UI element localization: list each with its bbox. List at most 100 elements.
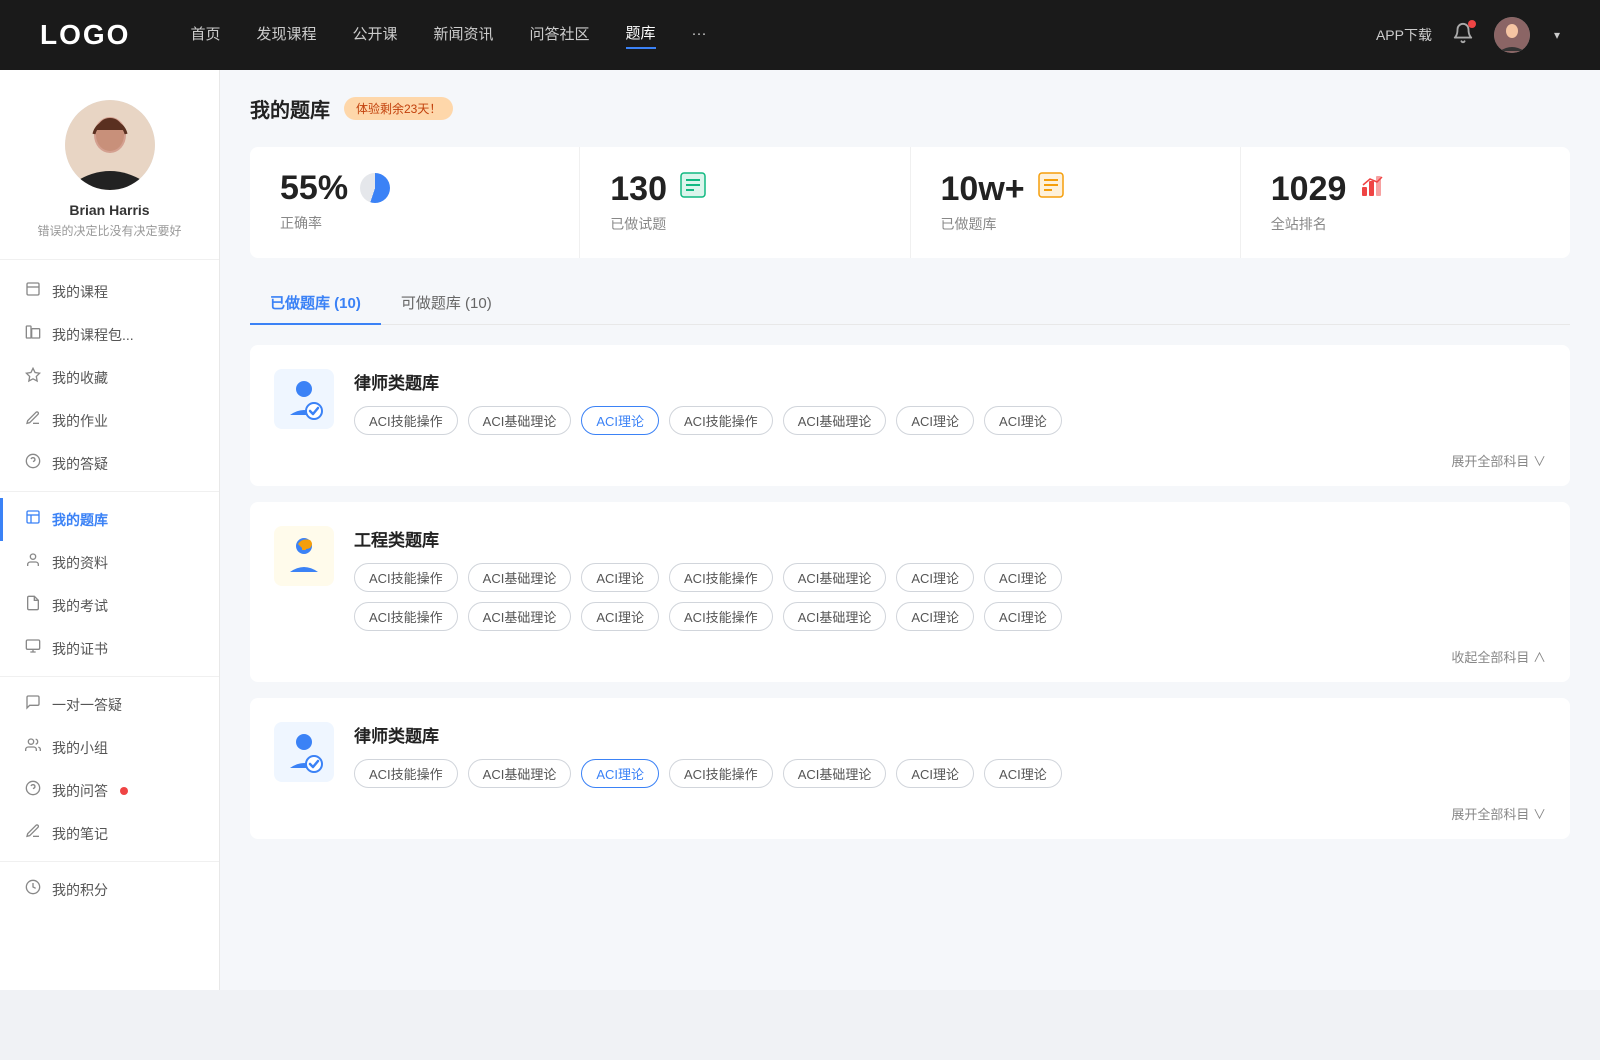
tag-e2-4[interactable]: ACI技能操作 — [669, 602, 773, 631]
stat-done-questions-value: 130 — [610, 172, 667, 206]
profile-motto: 错误的决定比没有决定要好 — [21, 222, 197, 239]
favorites-icon — [24, 367, 42, 388]
tag-l1-1[interactable]: ACI技能操作 — [354, 406, 458, 435]
app-download-link[interactable]: APP下载 — [1376, 25, 1432, 45]
sidebar-item-oneone[interactable]: 一对一答疑 — [0, 683, 219, 726]
nav-discover[interactable]: 发现课程 — [256, 23, 316, 48]
mypoints-icon — [24, 879, 42, 900]
tag-e1-7[interactable]: ACI理论 — [984, 563, 1062, 592]
tag-l1-5[interactable]: ACI基础理论 — [783, 406, 887, 435]
tag-e1-1[interactable]: ACI技能操作 — [354, 563, 458, 592]
tab-available-banks[interactable]: 可做题库 (10) — [381, 282, 512, 325]
sidebar-item-certificate[interactable]: 我的证书 — [0, 627, 219, 670]
homework-icon — [24, 410, 42, 431]
page-header: 我的题库 体验剩余23天！ — [250, 94, 1570, 123]
sidebar-item-mypoints[interactable]: 我的积分 — [0, 868, 219, 911]
tag-l1-2[interactable]: ACI基础理论 — [468, 406, 572, 435]
stat-done-banks-label: 已做题库 — [941, 214, 1210, 234]
lawyer-tags-row-2: ACI技能操作 ACI基础理论 ACI理论 ACI技能操作 ACI基础理论 AC… — [354, 759, 1546, 788]
lawyer-bank-icon-2 — [274, 722, 334, 782]
tag-e1-4[interactable]: ACI技能操作 — [669, 563, 773, 592]
lawyer-bank-title-2: 律师类题库 — [354, 722, 1546, 747]
sidebar-item-myqna[interactable]: 我的问答 — [0, 769, 219, 812]
main-content: 我的题库 体验剩余23天！ 55% 正确率 130 — [220, 70, 1600, 990]
nav-more[interactable]: ··· — [692, 25, 707, 46]
notification-bell[interactable] — [1452, 22, 1474, 49]
stat-done-banks: 10w+ 已做题库 — [911, 147, 1241, 258]
stats-row: 55% 正确率 130 — [250, 147, 1570, 258]
sidebar-item-questionbank[interactable]: 我的题库 — [0, 498, 219, 541]
sidebar-item-mygroup[interactable]: 我的小组 — [0, 726, 219, 769]
lawyer-expand-link-2[interactable]: 展开全部科目 ∨ — [1451, 804, 1546, 823]
questionbank-icon — [24, 509, 42, 530]
tag-l1-6[interactable]: ACI理论 — [896, 406, 974, 435]
engineer-bank-icon — [274, 526, 334, 586]
ranking-icon — [1358, 171, 1386, 206]
tag-e2-6[interactable]: ACI理论 — [896, 602, 974, 631]
lawyer-expand-link-1[interactable]: 展开全部科目 ∨ — [1451, 451, 1546, 470]
lawyer-bank-icon-1 — [274, 369, 334, 429]
tag-e2-7[interactable]: ACI理论 — [984, 602, 1062, 631]
accuracy-pie-chart — [360, 173, 390, 203]
engineer-collapse-link[interactable]: 收起全部科目 ∧ — [1451, 647, 1546, 666]
banks-icon — [1037, 171, 1065, 206]
sidebar-divider-3 — [0, 861, 219, 862]
stat-ranking: 1029 全站排名 — [1241, 147, 1570, 258]
nav-questionbank[interactable]: 题库 — [626, 22, 656, 49]
mygroup-icon — [24, 737, 42, 758]
tab-done-banks[interactable]: 已做题库 (10) — [250, 282, 381, 325]
tag-l2-5[interactable]: ACI基础理论 — [783, 759, 887, 788]
tag-e2-5[interactable]: ACI基础理论 — [783, 602, 887, 631]
profile-name: Brian Harris — [69, 202, 149, 218]
tag-e1-3[interactable]: ACI理论 — [581, 563, 659, 592]
notification-dot — [1468, 20, 1476, 28]
sidebar-item-mynotes[interactable]: 我的笔记 — [0, 812, 219, 855]
tag-e1-6[interactable]: ACI理论 — [896, 563, 974, 592]
bank-card-lawyer-2: 律师类题库 ACI技能操作 ACI基础理论 ACI理论 ACI技能操作 ACI基… — [250, 698, 1570, 839]
sidebar-item-myinfo[interactable]: 我的资料 — [0, 541, 219, 584]
stat-accuracy: 55% 正确率 — [250, 147, 580, 258]
sidebar-item-homework[interactable]: 我的作业 — [0, 399, 219, 442]
lawyer-bank-title-1: 律师类题库 — [354, 369, 1546, 394]
coursepack-icon — [24, 324, 42, 345]
certificate-icon — [24, 638, 42, 659]
myinfo-icon — [24, 552, 42, 573]
stat-ranking-label: 全站排名 — [1271, 214, 1540, 234]
tag-e1-5[interactable]: ACI基础理论 — [783, 563, 887, 592]
nav-opencourse[interactable]: 公开课 — [352, 23, 397, 48]
profile-avatar — [65, 100, 155, 190]
engineer-tags-row1: ACI技能操作 ACI基础理论 ACI理论 ACI技能操作 ACI基础理论 AC… — [354, 563, 1546, 592]
tag-e1-2[interactable]: ACI基础理论 — [468, 563, 572, 592]
nav-home[interactable]: 首页 — [190, 23, 220, 48]
bank-card-lawyer-1: 律师类题库 ACI技能操作 ACI基础理论 ACI理论 ACI技能操作 ACI基… — [250, 345, 1570, 486]
tag-l1-4[interactable]: ACI技能操作 — [669, 406, 773, 435]
tag-l2-4[interactable]: ACI技能操作 — [669, 759, 773, 788]
tag-l1-3[interactable]: ACI理论 — [581, 406, 659, 435]
stat-done-banks-value: 10w+ — [941, 172, 1025, 206]
stat-accuracy-value: 55% — [280, 171, 348, 205]
nav-qa[interactable]: 问答社区 — [530, 23, 590, 48]
sidebar-item-myexam[interactable]: 我的考试 — [0, 584, 219, 627]
tag-e2-1[interactable]: ACI技能操作 — [354, 602, 458, 631]
page-body: Brian Harris 错误的决定比没有决定要好 我的课程 我的课程包... — [0, 70, 1600, 990]
tag-l2-2[interactable]: ACI基础理论 — [468, 759, 572, 788]
navbar: LOGO 首页 发现课程 公开课 新闻资讯 问答社区 题库 ··· APP下载 … — [0, 0, 1600, 70]
page-title: 我的题库 — [250, 94, 330, 123]
nav-news[interactable]: 新闻资讯 — [434, 23, 494, 48]
qa-icon — [24, 453, 42, 474]
sidebar-item-qa[interactable]: 我的答疑 — [0, 442, 219, 485]
tag-l2-3[interactable]: ACI理论 — [581, 759, 659, 788]
tag-l1-7[interactable]: ACI理论 — [984, 406, 1062, 435]
sidebar-item-mycourse[interactable]: 我的课程 — [0, 270, 219, 313]
sidebar-item-coursepack[interactable]: 我的课程包... — [0, 313, 219, 356]
user-dropdown-arrow[interactable]: ▾ — [1554, 28, 1560, 42]
sidebar-menu: 我的课程 我的课程包... 我的收藏 我的作业 — [0, 260, 219, 921]
tag-l2-7[interactable]: ACI理论 — [984, 759, 1062, 788]
tag-l2-1[interactable]: ACI技能操作 — [354, 759, 458, 788]
sidebar-item-favorites[interactable]: 我的收藏 — [0, 356, 219, 399]
tag-e2-2[interactable]: ACI基础理论 — [468, 602, 572, 631]
tag-e2-3[interactable]: ACI理论 — [581, 602, 659, 631]
lawyer-tags-row-1: ACI技能操作 ACI基础理论 ACI理论 ACI技能操作 ACI基础理论 AC… — [354, 406, 1546, 435]
tag-l2-6[interactable]: ACI理论 — [896, 759, 974, 788]
user-avatar-nav[interactable] — [1494, 17, 1530, 53]
